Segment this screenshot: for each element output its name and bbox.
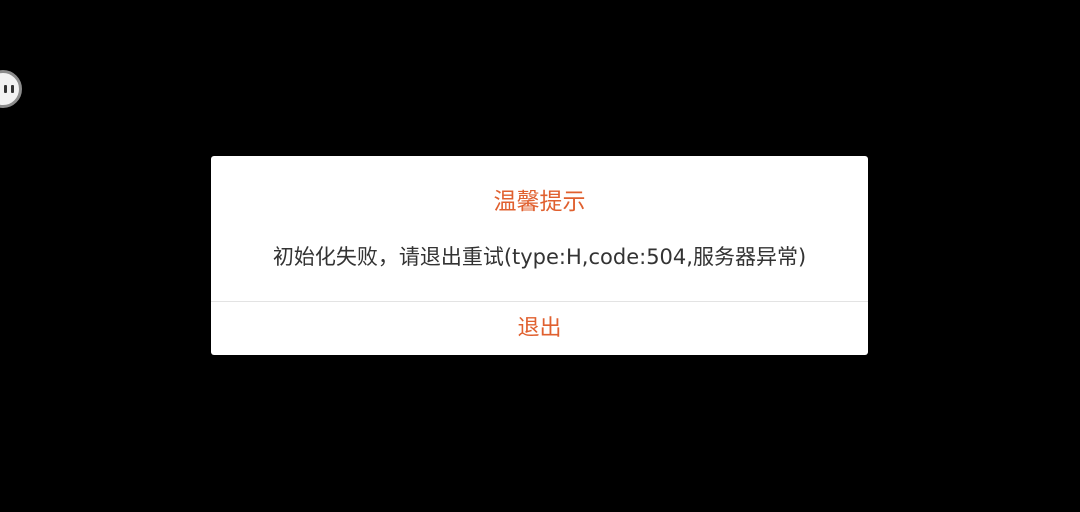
app-screen: 温馨提示 初始化失败，请退出重试(type:H,code:504,服务器异常) … bbox=[0, 0, 1080, 512]
assistant-ball-icon bbox=[4, 85, 14, 93]
dialog-message: 初始化失败，请退出重试(type:H,code:504,服务器异常) bbox=[272, 245, 807, 269]
assistant-ball-icon-dot bbox=[11, 85, 14, 93]
assistant-ball-icon-dot bbox=[4, 85, 7, 93]
alert-dialog: 温馨提示 初始化失败，请退出重试(type:H,code:504,服务器异常) … bbox=[211, 156, 868, 355]
exit-button[interactable]: 退出 bbox=[211, 302, 868, 355]
floating-assistant-button[interactable] bbox=[0, 70, 22, 108]
dialog-title: 温馨提示 bbox=[493, 189, 586, 215]
